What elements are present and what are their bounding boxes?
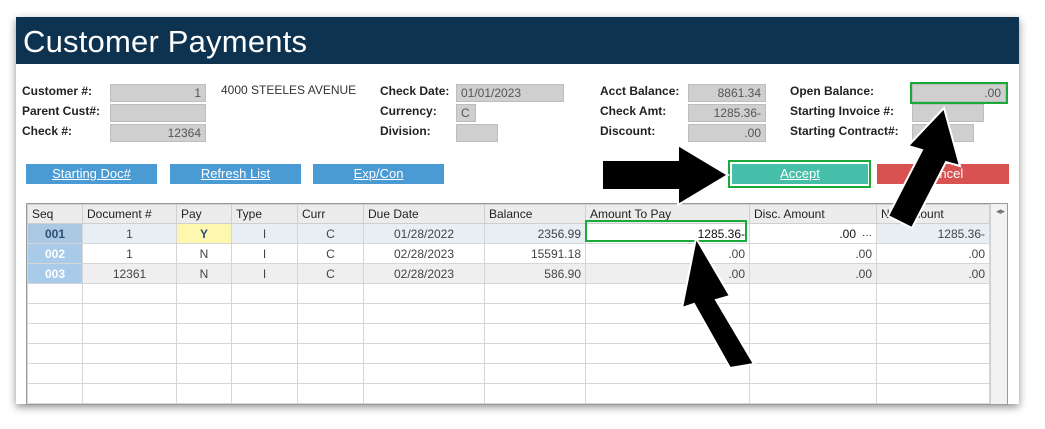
disc-amount-cell[interactable]: .00 [749,243,877,264]
curr-cell[interactable]: C [297,263,364,284]
starting-invoice-field[interactable] [912,104,984,122]
table-row[interactable]: 001 1 Y I C 01/28/2022 2356.99 1285.36- … [27,223,990,244]
customer-label: Customer #: [22,84,93,98]
title-bar: Customer Payments [16,17,1019,64]
col-due-date-header[interactable]: Due Date [363,204,485,224]
seq-cell[interactable]: 002 [27,243,83,264]
empty-row [27,283,990,304]
balance-cell[interactable]: 2356.99 [484,223,586,244]
discount-field[interactable]: .00 [688,124,766,142]
customer-number-field[interactable]: 1 [110,84,206,102]
seq-cell[interactable]: 003 [27,263,83,284]
accept-button[interactable]: Accept [732,164,868,184]
amount-to-pay-cell[interactable]: .00 [585,263,750,284]
balance-cell[interactable]: 586.90 [484,263,586,284]
table-row[interactable]: 002 1 N I C 02/28/2023 15591.18 .00 .00 … [27,243,990,264]
check-number-label: Check #: [22,124,73,138]
curr-cell[interactable]: C [297,243,364,264]
col-amount-to-pay-header[interactable]: Amount To Pay [585,204,750,224]
due-date-cell[interactable]: 02/28/2023 [363,243,485,264]
curr-cell[interactable]: C [297,223,364,244]
currency-field[interactable]: C [456,104,476,122]
col-disc-amount-header[interactable]: Disc. Amount [749,204,877,224]
acct-balance-label: Acct Balance: [600,84,680,98]
col-pay-header[interactable]: Pay [176,204,232,224]
division-label: Division: [380,124,431,138]
parent-cust-field[interactable] [110,104,206,122]
check-amt-field[interactable]: 1285.36- [688,104,766,122]
type-cell[interactable]: I [231,243,298,264]
empty-row [27,343,990,364]
amount-to-pay-cell[interactable]: .00 [585,243,750,264]
pay-cell[interactable]: N [176,243,232,264]
type-cell[interactable]: I [231,263,298,284]
empty-row [27,323,990,344]
net-amount-cell[interactable]: .00 [876,263,990,284]
balance-cell[interactable]: 15591.18 [484,243,586,264]
col-balance-header[interactable]: Balance [484,204,586,224]
discount-label: Discount: [600,124,656,138]
check-date-field[interactable]: 01/01/2023 [456,84,564,102]
payments-table: Seq Document # Pay Type Curr Due Date Ba… [27,204,990,404]
check-date-label: Check Date: [380,84,450,98]
empty-row [27,303,990,324]
document-cell[interactable]: 12361 [82,263,177,284]
type-cell[interactable]: I [231,223,298,244]
grid-header-row: Seq Document # Pay Type Curr Due Date Ba… [27,204,990,224]
parent-cust-label: Parent Cust#: [22,104,101,118]
col-seq-header[interactable]: Seq [27,204,83,224]
col-type-header[interactable]: Type [231,204,298,224]
document-cell[interactable]: 1 [82,223,177,244]
window-title: Customer Payments [23,24,308,59]
open-balance-label: Open Balance: [790,84,875,98]
pay-cell[interactable]: Y [176,223,232,244]
table-row[interactable]: 003 12361 N I C 02/28/2023 586.90 .00 .0… [27,263,990,284]
check-amt-label: Check Amt: [600,104,667,118]
net-amount-cell[interactable]: 1285.36- [876,223,990,244]
check-number-field[interactable]: 12364 [110,124,206,142]
cancel-button[interactable]: Cancel [877,164,1009,184]
empty-row [27,383,990,404]
starting-contract-label: Starting Contract#: [790,124,899,138]
due-date-cell[interactable]: 01/28/2022 [363,223,485,244]
open-balance-field: .00 [912,84,1006,102]
col-net-amount-header[interactable]: Net Amount [876,204,990,224]
column-resize-icon[interactable]: ◂▸ [996,206,1005,217]
currency-label: Currency: [380,104,437,118]
amount-to-pay-cell[interactable]: 1285.36- [585,223,750,244]
payments-grid: Seq Document # Pay Type Curr Due Date Ba… [26,203,1008,405]
vertical-scrollbar[interactable] [990,204,1007,404]
customer-name: 4000 STEELES AVENUE [221,83,357,97]
acct-balance-field: 8861.34 [688,84,766,102]
col-curr-header[interactable]: Curr [297,204,364,224]
division-field[interactable] [456,124,498,142]
document-cell[interactable]: 1 [82,243,177,264]
disc-amount-cell[interactable]: .00 [749,263,877,284]
refresh-list-button[interactable]: Refresh List [170,164,301,184]
starting-invoice-label: Starting Invoice #: [790,104,895,118]
pay-cell[interactable]: N [176,263,232,284]
col-document-header[interactable]: Document # [82,204,177,224]
starting-doc-button[interactable]: Starting Doc# [26,164,157,184]
disc-amount-value: .00 [839,226,856,241]
net-amount-cell[interactable]: .00 [876,243,990,264]
due-date-cell[interactable]: 02/28/2023 [363,263,485,284]
ellipsis-button-icon[interactable]: ··· [862,230,872,241]
customer-payments-window: Customer Payments Customer #: 1 4000 STE… [16,17,1019,405]
starting-contract-field[interactable] [912,124,974,142]
exp-con-button[interactable]: Exp/Con [313,164,444,184]
empty-row [27,363,990,384]
seq-cell[interactable]: 001 [27,223,83,244]
disc-amount-cell[interactable]: .00 ··· [749,223,877,244]
